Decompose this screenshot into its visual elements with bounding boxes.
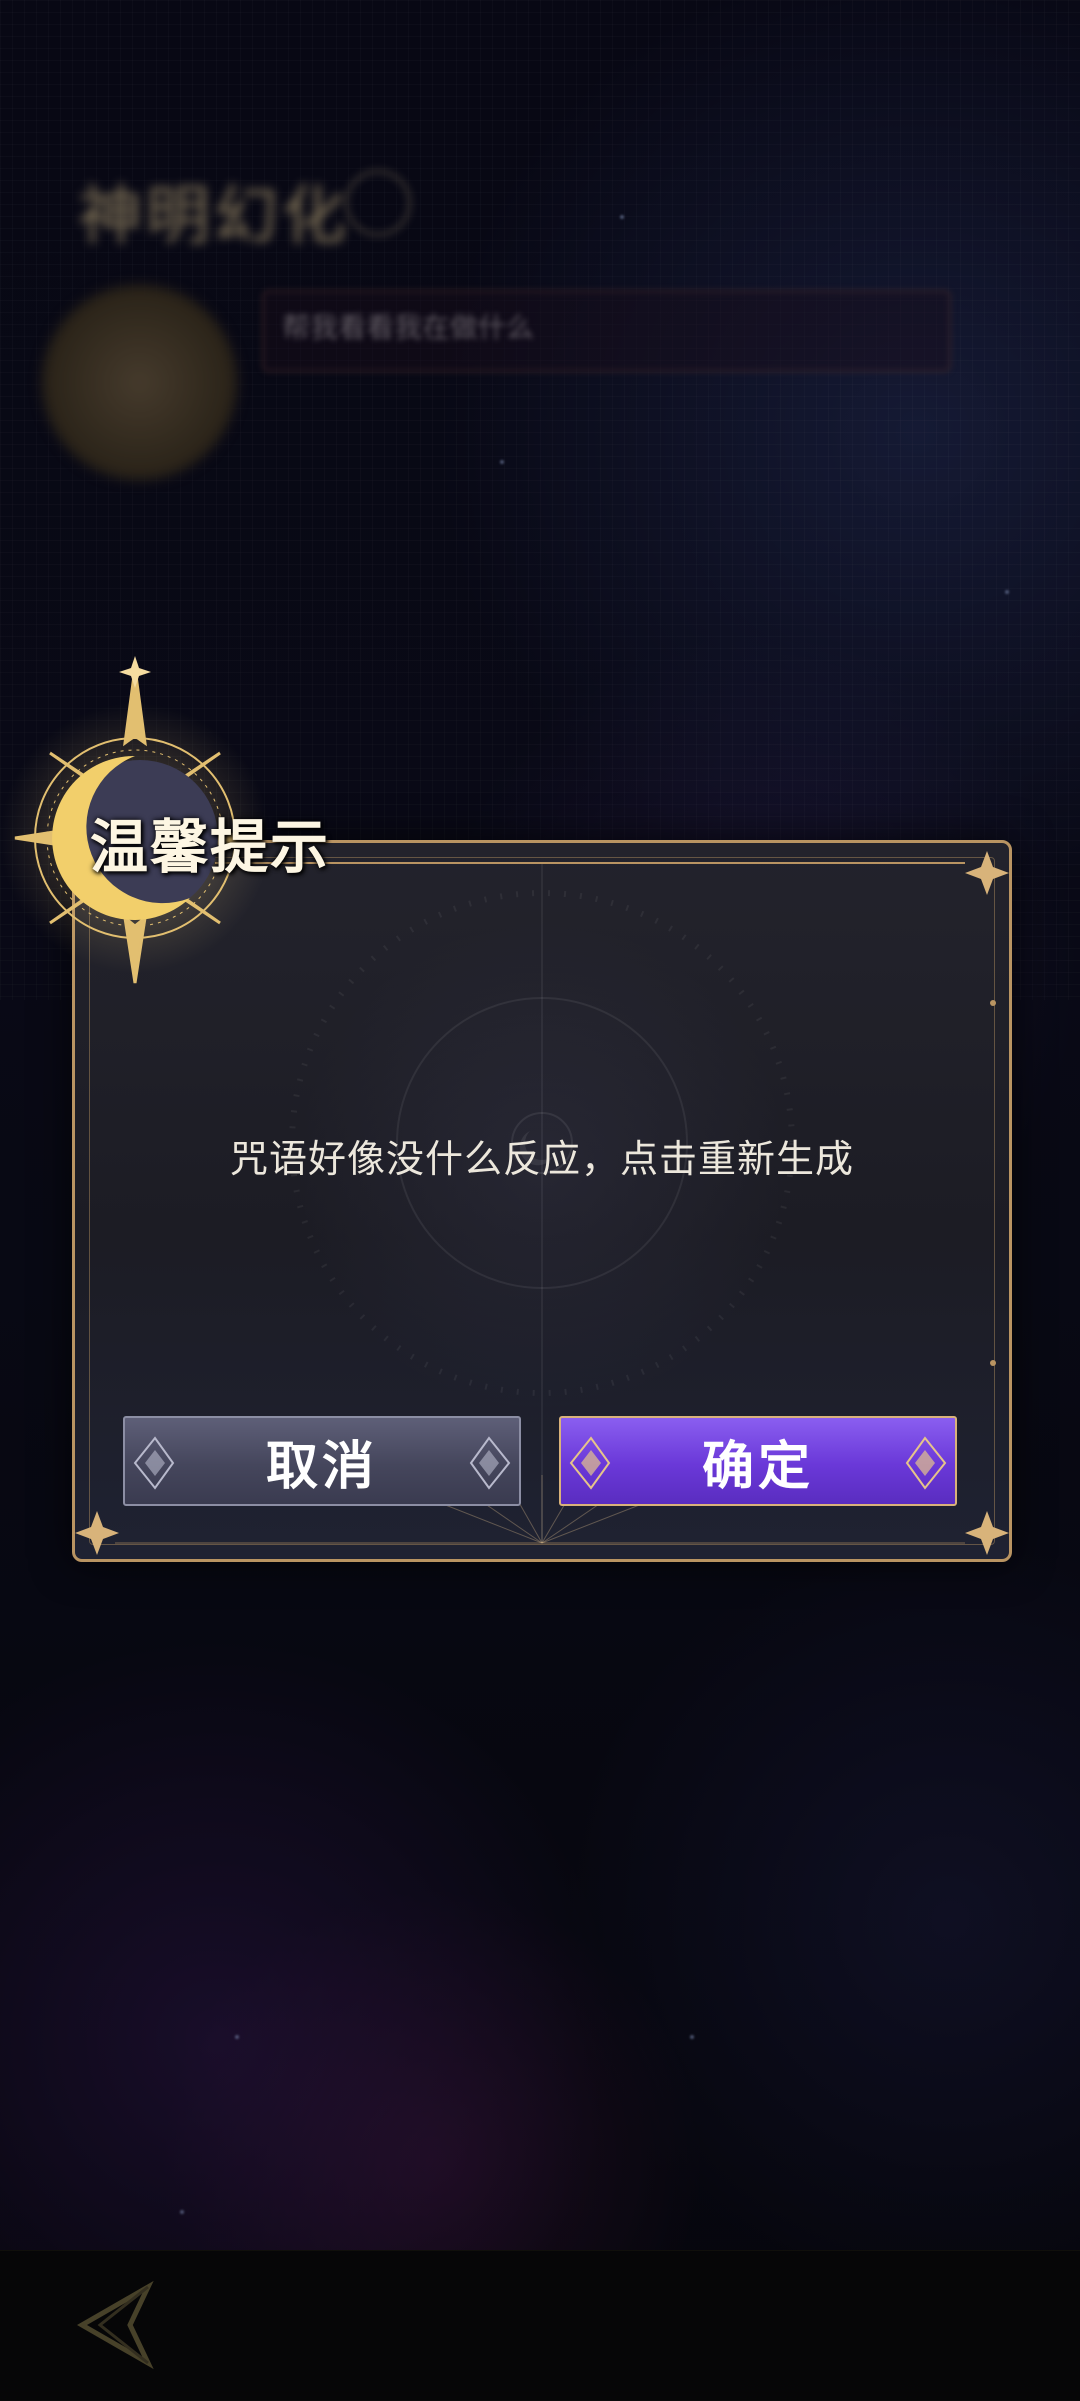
ornament-icon — [905, 1436, 947, 1490]
ornament-icon — [569, 1436, 611, 1490]
confirm-button-label: 确定 — [701, 1435, 814, 1497]
ornament-icon — [469, 1436, 511, 1490]
confirm-button[interactable]: 确定 — [559, 1416, 957, 1506]
ornament-icon — [133, 1436, 175, 1490]
dialog-message: 咒语好像没什么反应，点击重新生成 — [229, 1137, 854, 1181]
dialog-title: 温馨提示 — [90, 813, 331, 881]
cancel-button[interactable]: 取消 — [123, 1416, 521, 1506]
cancel-button-label: 取消 — [265, 1435, 378, 1497]
